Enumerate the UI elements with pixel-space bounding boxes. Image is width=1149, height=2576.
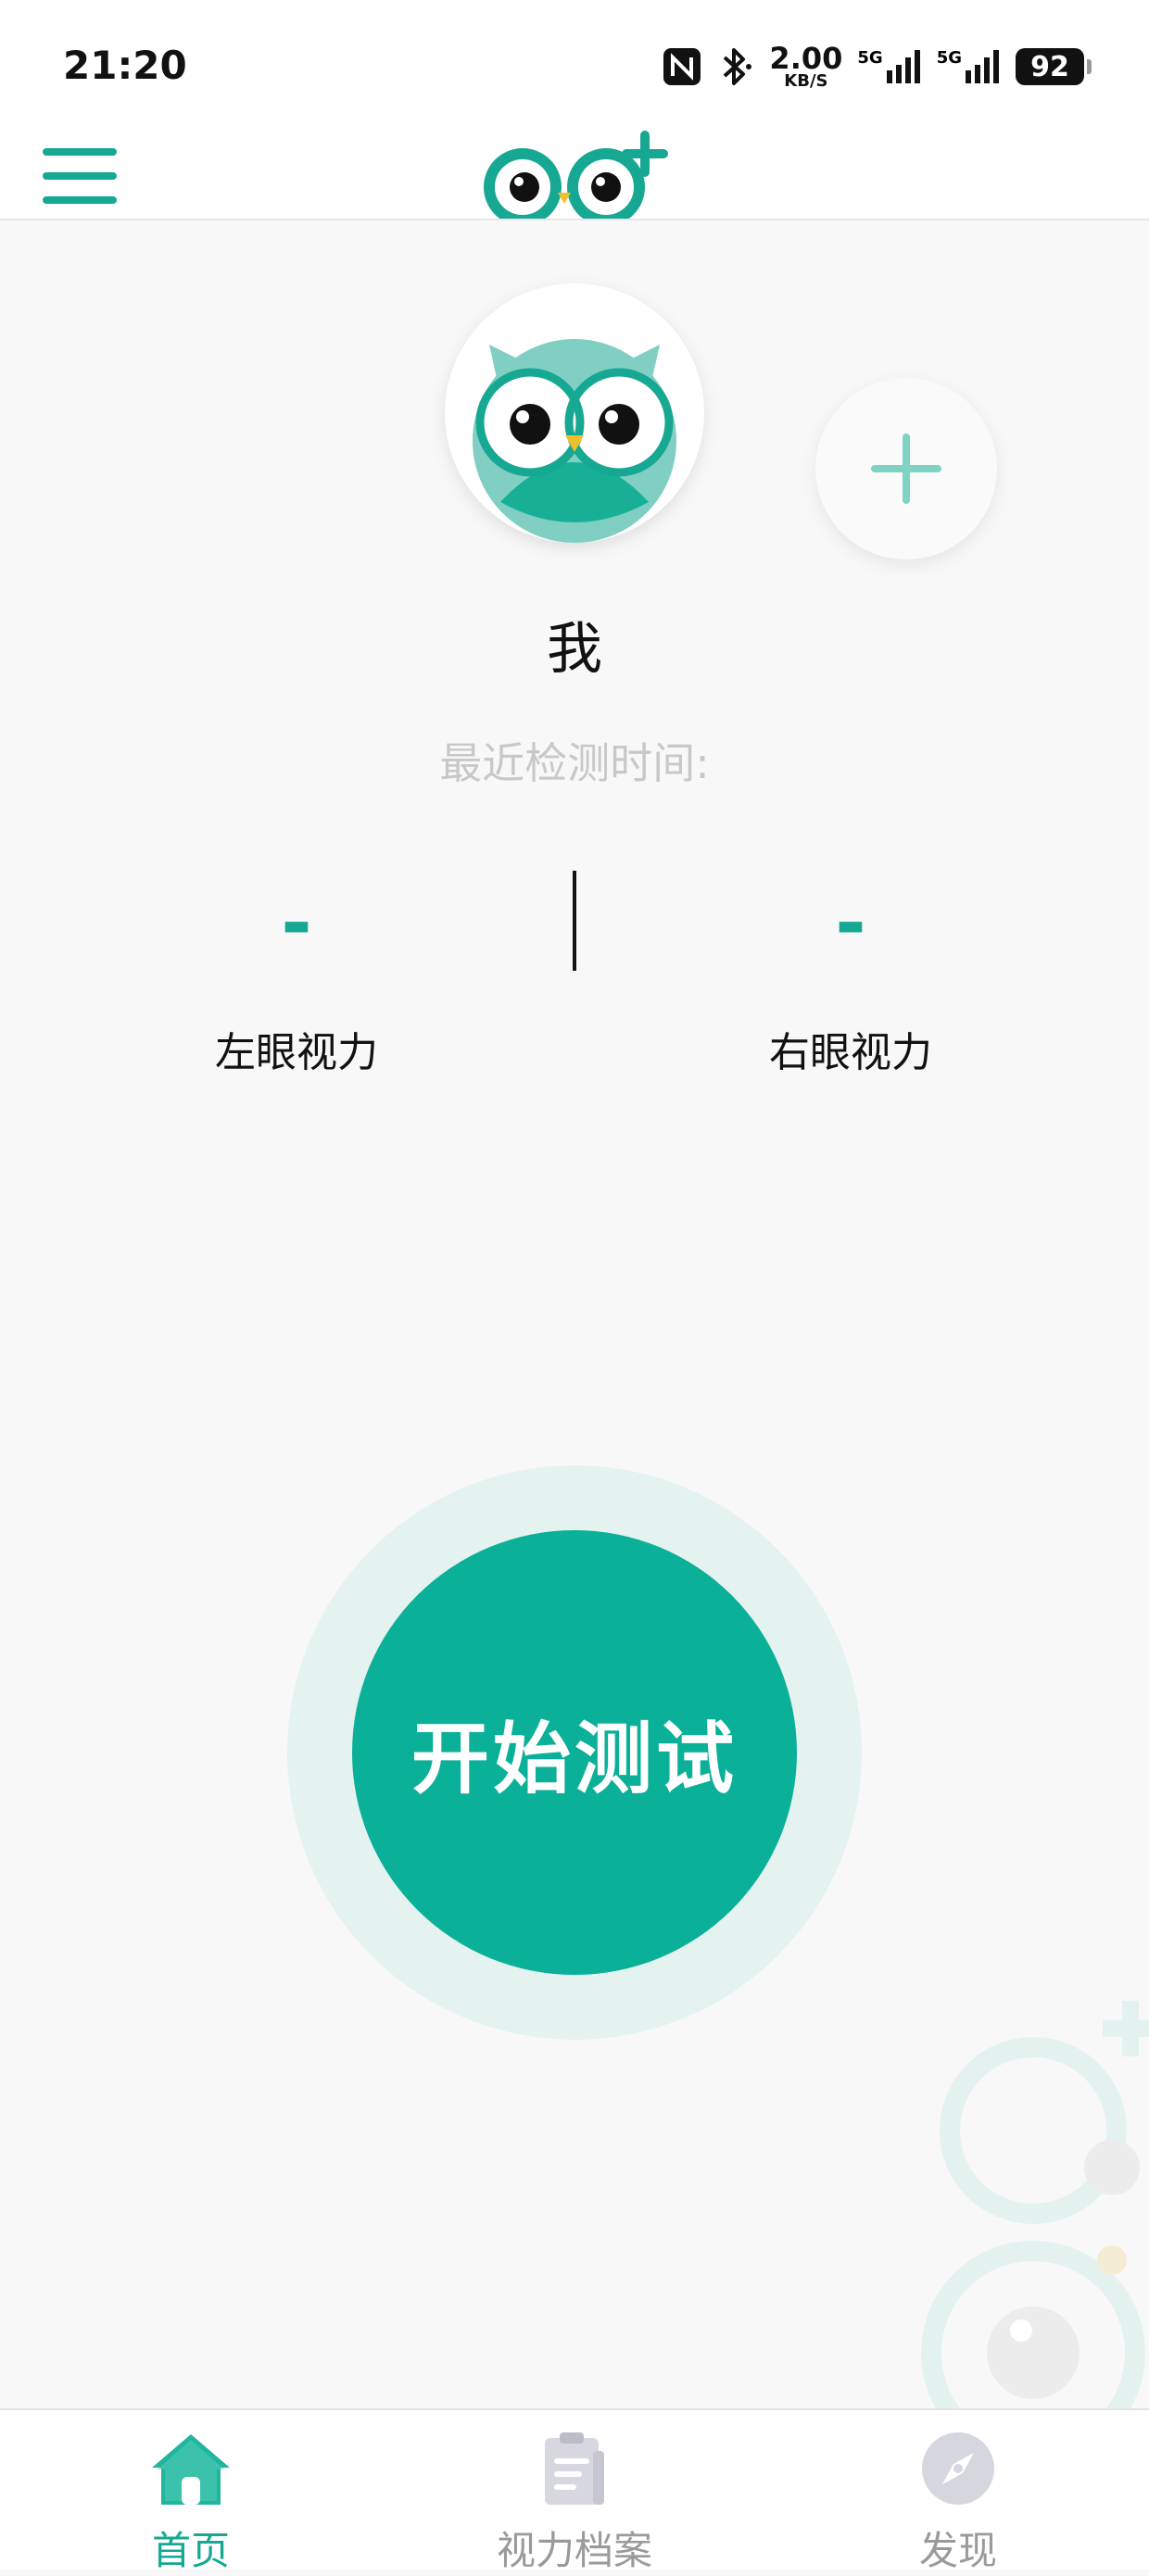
compass-icon [922,2432,994,2505]
last-test-time-label: 最近检测时间: [439,738,710,788]
nfc-icon [663,48,701,85]
owl-avatar-icon[interactable] [445,283,704,543]
add-profile-button[interactable] [815,378,997,559]
app-header [0,130,1149,220]
tab-home[interactable]: 首页 [70,2410,311,2573]
vision-divider [573,871,576,971]
status-time: 21:20 [63,43,187,88]
owl-logo-icon [484,131,668,219]
signal-1-label: 5G [857,48,883,68]
bluetooth-icon [724,48,752,85]
start-test-button[interactable]: 开始测试 [352,1530,797,1975]
right-eye-vision-value: - [835,880,866,966]
clipboard-icon [545,2432,604,2505]
hamburger-menu-icon[interactable] [41,141,120,211]
network-speed-value: 2.00 [769,41,843,76]
signal-icon [886,50,920,83]
signal-icon [966,50,999,83]
battery-level: 92 [1030,50,1069,83]
left-eye-vision-label: 左眼视力 [215,1029,378,1076]
bottom-tab-bar: 首页 视力档案 发现 [0,2408,1149,2573]
status-bar: 21:20 2.00 KB/S 5G 5G 92 [0,0,1149,130]
signal-1: 5G [857,48,921,85]
owl-watermark-icon [921,2001,1149,2408]
profile-name: 我 [547,617,602,682]
home-icon [152,2434,230,2505]
signal-2-label: 5G [936,48,962,68]
network-speed: 2.00 KB/S [769,44,842,90]
battery-icon: 92 [1016,48,1092,85]
tab-vision-records[interactable]: 视力档案 [454,2410,695,2573]
status-icons: 2.00 KB/S 5G 5G 92 [662,41,1092,93]
left-eye-vision-value: - [281,880,312,966]
signal-2: 5G [937,48,1001,85]
network-speed-unit: KB/S [784,71,828,91]
plus-icon [871,434,941,504]
right-eye-vision-label: 右眼视力 [769,1029,932,1076]
tab-discover[interactable]: 发现 [838,2410,1079,2573]
